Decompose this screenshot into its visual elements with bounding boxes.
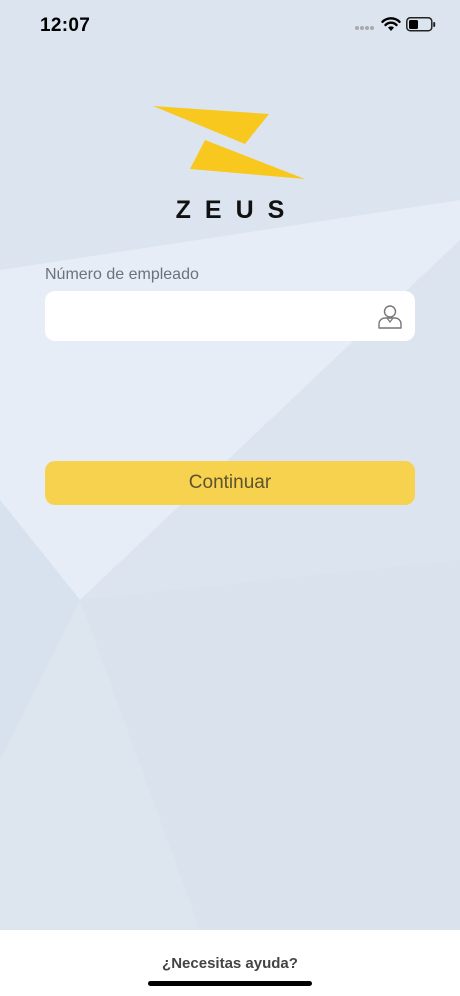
user-icon [378,305,402,329]
wifi-icon [381,17,401,31]
employee-number-field[interactable] [45,291,415,341]
status-time: 12:07 [40,15,91,36]
continue-button[interactable]: Continuar [45,461,415,505]
footer: ¿Necesitas ayuda? [0,930,460,996]
brand-name: ZEUS [175,196,299,224]
help-link[interactable]: ¿Necesitas ayuda? [0,955,460,972]
home-indicator [148,981,312,986]
employee-number-input[interactable] [59,291,359,341]
status-bar: 12:07 [0,0,460,50]
employee-number-label: Número de empleado [45,266,199,283]
lightning-z-logo [153,106,305,179]
battery-icon [406,17,436,32]
signal-icon [355,26,374,30]
